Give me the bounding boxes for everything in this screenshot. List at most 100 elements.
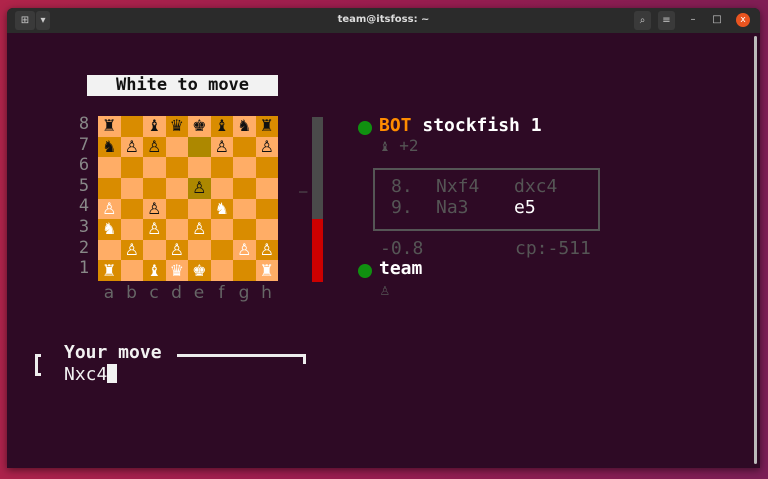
square-c1[interactable]: ♝ bbox=[143, 260, 166, 281]
square-e4[interactable] bbox=[188, 198, 211, 220]
square-d1[interactable]: ♛ bbox=[165, 260, 188, 281]
square-h4[interactable] bbox=[255, 198, 278, 220]
move-black: dxc4 bbox=[514, 176, 558, 197]
scrollbar[interactable] bbox=[754, 36, 757, 464]
move-number: 8. bbox=[391, 176, 413, 197]
search-button[interactable]: ⌕ bbox=[634, 11, 651, 30]
square-d8[interactable]: ♛ bbox=[165, 116, 188, 137]
square-a5[interactable] bbox=[98, 177, 121, 199]
square-a2[interactable] bbox=[98, 239, 121, 261]
square-g5[interactable] bbox=[233, 177, 256, 199]
text-cursor bbox=[107, 364, 118, 383]
square-b1[interactable] bbox=[120, 260, 143, 281]
square-a4[interactable]: ♙ bbox=[98, 198, 121, 220]
input-border bbox=[177, 354, 306, 364]
file-label: b bbox=[126, 283, 137, 303]
black-rook-icon: ♜ bbox=[102, 116, 117, 136]
square-e7[interactable] bbox=[188, 136, 211, 158]
rank-label: 1 bbox=[78, 258, 90, 279]
square-c6[interactable] bbox=[143, 157, 166, 178]
minimize-button[interactable]: – bbox=[686, 13, 700, 27]
square-g8[interactable]: ♞ bbox=[233, 116, 256, 137]
square-d3[interactable] bbox=[165, 219, 188, 240]
square-e5[interactable]: ♙ bbox=[188, 177, 211, 199]
white-pawn-icon: ♙ bbox=[102, 198, 117, 218]
square-c7[interactable]: ♙ bbox=[143, 136, 166, 158]
square-f1[interactable] bbox=[210, 260, 233, 281]
menu-button[interactable]: ≡ bbox=[658, 11, 675, 30]
move-black-latest: e5 bbox=[514, 197, 536, 218]
white-pawn-icon: ♙ bbox=[169, 240, 184, 260]
square-c2[interactable] bbox=[143, 239, 166, 261]
black-pawn-icon: ♙ bbox=[147, 136, 162, 156]
square-d7[interactable] bbox=[165, 136, 188, 158]
square-d6[interactable] bbox=[165, 157, 188, 178]
square-h1[interactable]: ♜ bbox=[255, 260, 278, 281]
file-label: d bbox=[171, 283, 182, 303]
square-h8[interactable]: ♜ bbox=[255, 116, 278, 137]
black-pawn-icon: ♙ bbox=[124, 136, 139, 156]
square-h7[interactable]: ♙ bbox=[255, 136, 278, 158]
square-f5[interactable] bbox=[210, 177, 233, 199]
turn-status: White to move bbox=[87, 75, 278, 96]
square-b8[interactable] bbox=[120, 116, 143, 137]
white-bishop-icon: ♝ bbox=[147, 260, 162, 280]
square-g6[interactable] bbox=[233, 157, 256, 178]
square-e1[interactable]: ♚ bbox=[188, 260, 211, 281]
square-b3[interactable] bbox=[120, 219, 143, 240]
square-h5[interactable] bbox=[255, 177, 278, 199]
square-h6[interactable] bbox=[255, 157, 278, 178]
square-f3[interactable] bbox=[210, 219, 233, 240]
black-pawn-icon: ♙ bbox=[147, 198, 162, 218]
square-g2[interactable]: ♙ bbox=[233, 239, 256, 261]
square-a6[interactable] bbox=[98, 157, 121, 178]
square-c5[interactable] bbox=[143, 177, 166, 199]
square-f6[interactable] bbox=[210, 157, 233, 178]
eval-bar bbox=[312, 117, 323, 282]
square-b2[interactable]: ♙ bbox=[120, 239, 143, 261]
square-g7[interactable] bbox=[233, 136, 256, 158]
square-b7[interactable]: ♙ bbox=[120, 136, 143, 158]
square-h2[interactable]: ♙ bbox=[255, 239, 278, 261]
maximize-button[interactable]: □ bbox=[710, 13, 724, 27]
square-h3[interactable] bbox=[255, 219, 278, 240]
square-e2[interactable] bbox=[188, 239, 211, 261]
hamburger-icon: ≡ bbox=[662, 15, 671, 26]
square-a8[interactable]: ♜ bbox=[98, 116, 121, 137]
file-label: e bbox=[193, 283, 205, 303]
square-c3[interactable]: ♙ bbox=[143, 219, 166, 240]
move-number: 9. bbox=[391, 197, 413, 218]
captured-bishop-icon: ♝ bbox=[380, 136, 390, 155]
square-c4[interactable]: ♙ bbox=[143, 198, 166, 220]
file-label: c bbox=[149, 283, 159, 303]
square-b5[interactable] bbox=[120, 177, 143, 199]
square-d2[interactable]: ♙ bbox=[165, 239, 188, 261]
player-name: team bbox=[379, 258, 423, 279]
square-f4[interactable]: ♞ bbox=[210, 198, 233, 220]
search-icon: ⌕ bbox=[639, 15, 646, 26]
black-bishop-icon: ♝ bbox=[147, 116, 162, 136]
square-b6[interactable] bbox=[120, 157, 143, 178]
chess-board[interactable]: ♜ ♝ ♛ ♚ ♝ ♞ ♜ ♞ ♙ ♙ ♙ ♙ ♙ ♙ ♙ ♞ ♞ ♙ ♙ ♙ ♙ ♙ ♙ ♜ ♝ ♛ ♚ ♜ bbox=[98, 116, 278, 281]
square-f2[interactable] bbox=[210, 239, 233, 261]
square-e6[interactable] bbox=[188, 157, 211, 178]
square-g3[interactable] bbox=[233, 219, 256, 240]
white-pawn-icon: ♙ bbox=[147, 219, 162, 239]
black-pawn-icon: ♙ bbox=[259, 136, 274, 156]
square-e8[interactable]: ♚ bbox=[188, 116, 211, 137]
square-g1[interactable] bbox=[233, 260, 256, 281]
square-e3[interactable]: ♙ bbox=[188, 219, 211, 240]
square-d5[interactable] bbox=[165, 177, 188, 199]
square-a1[interactable]: ♜ bbox=[98, 260, 121, 281]
square-d4[interactable] bbox=[165, 198, 188, 220]
square-f7[interactable]: ♙ bbox=[210, 136, 233, 158]
square-c8[interactable]: ♝ bbox=[143, 116, 166, 137]
square-g4[interactable] bbox=[233, 198, 256, 220]
move-input[interactable]: Nxc4 bbox=[64, 364, 118, 385]
file-label: a bbox=[103, 283, 115, 303]
square-a3[interactable]: ♞ bbox=[98, 219, 121, 240]
square-f8[interactable]: ♝ bbox=[210, 116, 233, 137]
square-a7[interactable]: ♞ bbox=[98, 136, 121, 158]
square-b4[interactable] bbox=[120, 198, 143, 220]
close-button[interactable]: x bbox=[736, 13, 750, 27]
